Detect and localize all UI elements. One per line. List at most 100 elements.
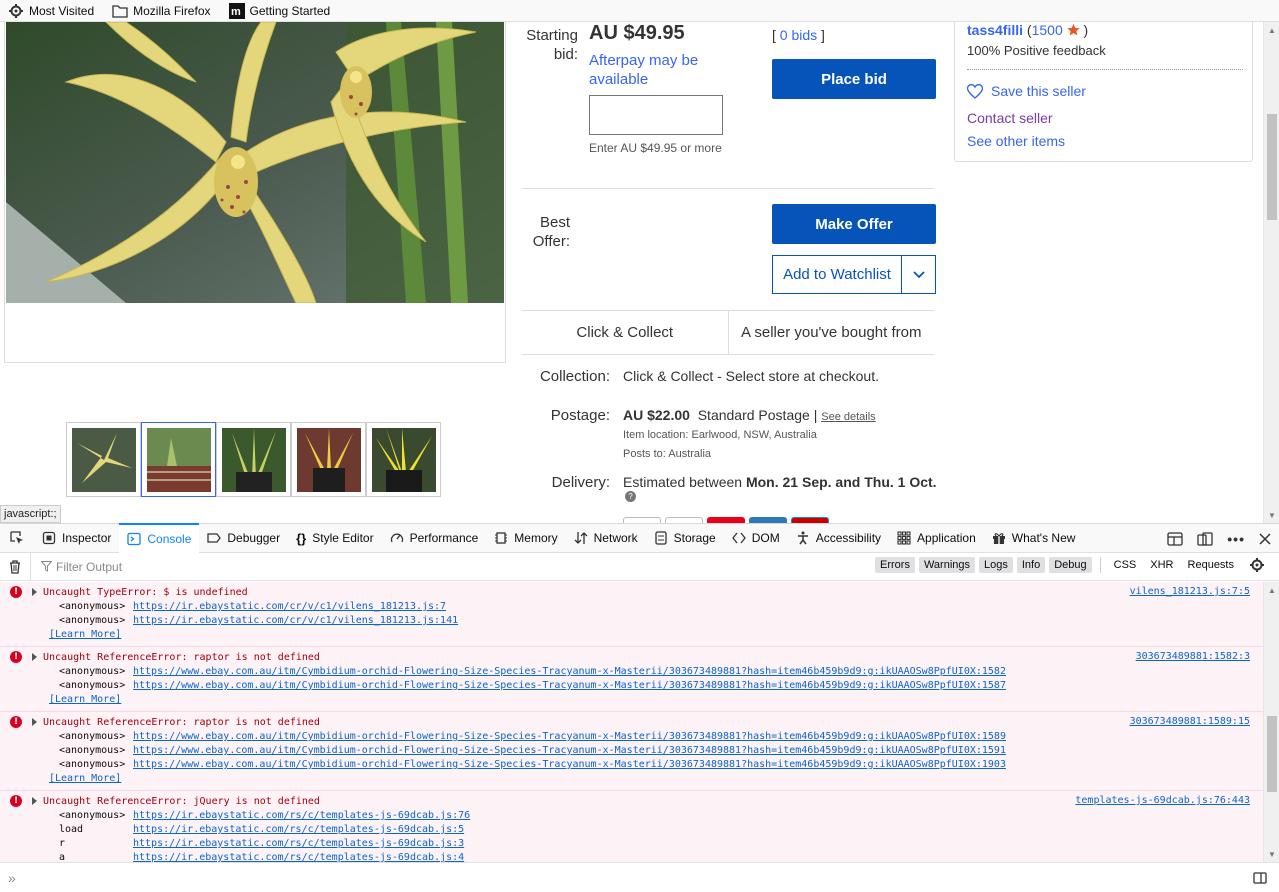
console-error-message[interactable]: ! Uncaught ReferenceError: raptor is not … bbox=[0, 712, 1263, 791]
watchlist-label: Add to Watchlist bbox=[783, 266, 891, 283]
expand-triangle-icon[interactable] bbox=[32, 718, 37, 726]
tab-performance[interactable]: Performance bbox=[382, 523, 487, 553]
error-icon: ! bbox=[10, 586, 22, 598]
tab-accessibility[interactable]: Accessibility bbox=[788, 523, 889, 553]
stack-frame-url[interactable]: https://ir.ebaystatic.com/rs/c/templates… bbox=[133, 851, 464, 862]
close-icon[interactable] bbox=[1259, 533, 1271, 545]
bookmark-getting-started[interactable]: m Getting Started bbox=[228, 2, 330, 19]
console-toolbar: Filter Output Errors Warnings Logs Info … bbox=[0, 553, 1279, 581]
console-error-message[interactable]: ! Uncaught TypeError: $ is undefined vilen… bbox=[0, 582, 1263, 647]
seller-name-link[interactable]: tass4filli bbox=[967, 22, 1023, 38]
console-error-message[interactable]: ! Uncaught ReferenceError: jQuery is not … bbox=[0, 791, 1263, 862]
console-error-message[interactable]: ! Uncaught ReferenceError: raptor is not … bbox=[0, 647, 1263, 712]
gear-icon[interactable] bbox=[1249, 557, 1265, 573]
tab-memory[interactable]: Memory bbox=[486, 523, 565, 553]
tab-debugger[interactable]: Debugger bbox=[199, 523, 288, 553]
scroll-down-arrow-icon[interactable]: ▼ bbox=[1264, 846, 1279, 862]
stack-frame: <anonymous> https://www.ebay.com.au/itm/C… bbox=[43, 758, 1263, 772]
see-other-items-link[interactable]: See other items bbox=[967, 133, 1065, 149]
thumbnail-3[interactable] bbox=[216, 422, 291, 497]
element-picker-button[interactable] bbox=[0, 523, 34, 553]
stack-frame-url[interactable]: https://ir.ebaystatic.com/rs/c/templates… bbox=[133, 837, 464, 851]
learn-more-link[interactable]: [Learn More] bbox=[43, 693, 1263, 707]
tab-dom[interactable]: DOM bbox=[724, 523, 788, 553]
gear-icon bbox=[9, 3, 23, 18]
filter-xhr[interactable]: XHR bbox=[1145, 557, 1178, 573]
scroll-up-arrow-icon[interactable]: ▲ bbox=[1264, 22, 1279, 38]
stack-frame-url[interactable]: https://www.ebay.com.au/itm/Cymbidium-or… bbox=[133, 665, 1006, 679]
stack-frame-url[interactable]: https://ir.ebaystatic.com/cr/v/c1/vilens… bbox=[133, 600, 446, 614]
responsive-design-icon[interactable] bbox=[1197, 532, 1213, 546]
split-console-icon[interactable] bbox=[1167, 532, 1183, 546]
learn-more-link[interactable]: [Learn More] bbox=[43, 628, 1263, 642]
help-icon[interactable]: ? bbox=[625, 491, 636, 502]
add-to-watchlist-button[interactable]: Add to Watchlist bbox=[772, 255, 936, 294]
page-scrollbar[interactable]: ▲ ▼ bbox=[1263, 22, 1279, 523]
editor-mode-icon[interactable] bbox=[1253, 872, 1267, 884]
tab-console[interactable]: Console bbox=[119, 523, 200, 553]
stack-frame-url[interactable]: https://www.ebay.com.au/itm/Cymbidium-or… bbox=[133, 758, 1006, 772]
scroll-down-arrow-icon[interactable]: ▼ bbox=[1264, 507, 1279, 523]
thumbnail-5[interactable] bbox=[366, 422, 441, 497]
expand-triangle-icon[interactable] bbox=[32, 653, 37, 661]
console-scrollbar[interactable]: ▲ ▼ bbox=[1263, 582, 1279, 862]
filter-css[interactable]: CSS bbox=[1109, 557, 1142, 573]
filter-requests[interactable]: Requests bbox=[1183, 557, 1239, 573]
place-bid-button[interactable]: Place bid bbox=[772, 59, 936, 99]
bids-count-link[interactable]: 0 bids bbox=[780, 27, 817, 43]
filter-output-input[interactable]: Filter Output bbox=[30, 553, 122, 580]
filter-warnings[interactable]: Warnings bbox=[918, 557, 976, 573]
postage-value: AU $22.00 Standard Postage | See details bbox=[623, 407, 876, 423]
tab-label: What's New bbox=[1011, 531, 1076, 545]
stack-frame-url[interactable]: https://ir.ebaystatic.com/rs/c/templates… bbox=[133, 823, 464, 837]
scroll-thumb[interactable] bbox=[1267, 716, 1277, 792]
filter-debug[interactable]: Debug bbox=[1049, 557, 1092, 573]
more-options-icon[interactable]: ••• bbox=[1227, 531, 1245, 547]
clear-console-button[interactable] bbox=[0, 559, 30, 574]
stack-frame-url[interactable]: https://ir.ebaystatic.com/rs/c/templates… bbox=[133, 809, 470, 823]
tab-inspector[interactable]: Inspector bbox=[34, 523, 119, 553]
filter-logs[interactable]: Logs bbox=[979, 557, 1013, 573]
performance-icon bbox=[390, 533, 403, 543]
expand-triangle-icon[interactable] bbox=[32, 588, 37, 596]
tab-style-editor[interactable]: {} Style Editor bbox=[288, 523, 381, 553]
stack-frame-url[interactable]: https://www.ebay.com.au/itm/Cymbidium-or… bbox=[133, 744, 1006, 758]
tab-application[interactable]: Application bbox=[889, 523, 984, 553]
contact-seller-link[interactable]: Contact seller bbox=[967, 110, 1053, 126]
bookmark-mozilla-firefox[interactable]: Mozilla Firefox bbox=[112, 3, 211, 19]
tab-storage[interactable]: Storage bbox=[646, 523, 724, 553]
stack-frame-url[interactable]: https://www.ebay.com.au/itm/Cymbidium-or… bbox=[133, 679, 1006, 693]
tab-whats-new[interactable]: What's New bbox=[984, 523, 1084, 553]
error-source-link[interactable]: templates-js-69dcab.js:76:443 bbox=[1075, 795, 1250, 806]
afterpay-link[interactable]: Afterpay may be available bbox=[589, 51, 749, 89]
stack-frame-url[interactable]: https://www.ebay.com.au/itm/Cymbidium-or… bbox=[133, 730, 1006, 744]
see-details-link[interactable]: See details bbox=[821, 411, 875, 423]
save-seller-button[interactable]: Save this seller bbox=[967, 83, 1086, 99]
feedback-score[interactable]: 1500 bbox=[1032, 22, 1063, 38]
error-source-link[interactable]: 303673489881:1582:3 bbox=[1136, 651, 1250, 662]
error-icon: ! bbox=[10, 651, 22, 663]
thumbnail-1[interactable] bbox=[66, 422, 141, 497]
thumbnail-2-selected[interactable] bbox=[141, 422, 216, 497]
error-source-link[interactable]: 303673489881:1589:15 bbox=[1130, 716, 1250, 727]
learn-more-link[interactable]: [Learn More] bbox=[43, 772, 1263, 786]
filter-errors[interactable]: Errors bbox=[875, 557, 915, 573]
scroll-thumb[interactable] bbox=[1267, 114, 1277, 220]
tab-label: Accessibility bbox=[815, 531, 882, 545]
bid-amount-input[interactable] bbox=[589, 95, 723, 135]
console-command-input[interactable]: » bbox=[0, 862, 1279, 892]
tab-network[interactable]: Network bbox=[566, 523, 646, 553]
stack-frame-url[interactable]: https://ir.ebaystatic.com/cr/v/c1/vilens… bbox=[133, 614, 458, 628]
watchlist-dropdown[interactable] bbox=[901, 256, 935, 293]
expand-triangle-icon[interactable] bbox=[32, 797, 37, 805]
bookmark-most-visited[interactable]: Most Visited bbox=[8, 3, 94, 19]
error-text: Uncaught ReferenceError: raptor is not d… bbox=[43, 652, 320, 663]
divider bbox=[967, 69, 1243, 70]
thumbnail-4[interactable] bbox=[291, 422, 366, 497]
stack-frame: load https://ir.ebaystatic.com/rs/c/templ… bbox=[43, 823, 1263, 837]
scroll-up-arrow-icon[interactable]: ▲ bbox=[1264, 582, 1279, 598]
filter-info[interactable]: Info bbox=[1016, 557, 1046, 573]
main-product-image[interactable] bbox=[6, 22, 504, 303]
make-offer-button[interactable]: Make Offer bbox=[772, 204, 936, 244]
error-source-link[interactable]: vilens_181213.js:7:5 bbox=[1130, 586, 1250, 597]
